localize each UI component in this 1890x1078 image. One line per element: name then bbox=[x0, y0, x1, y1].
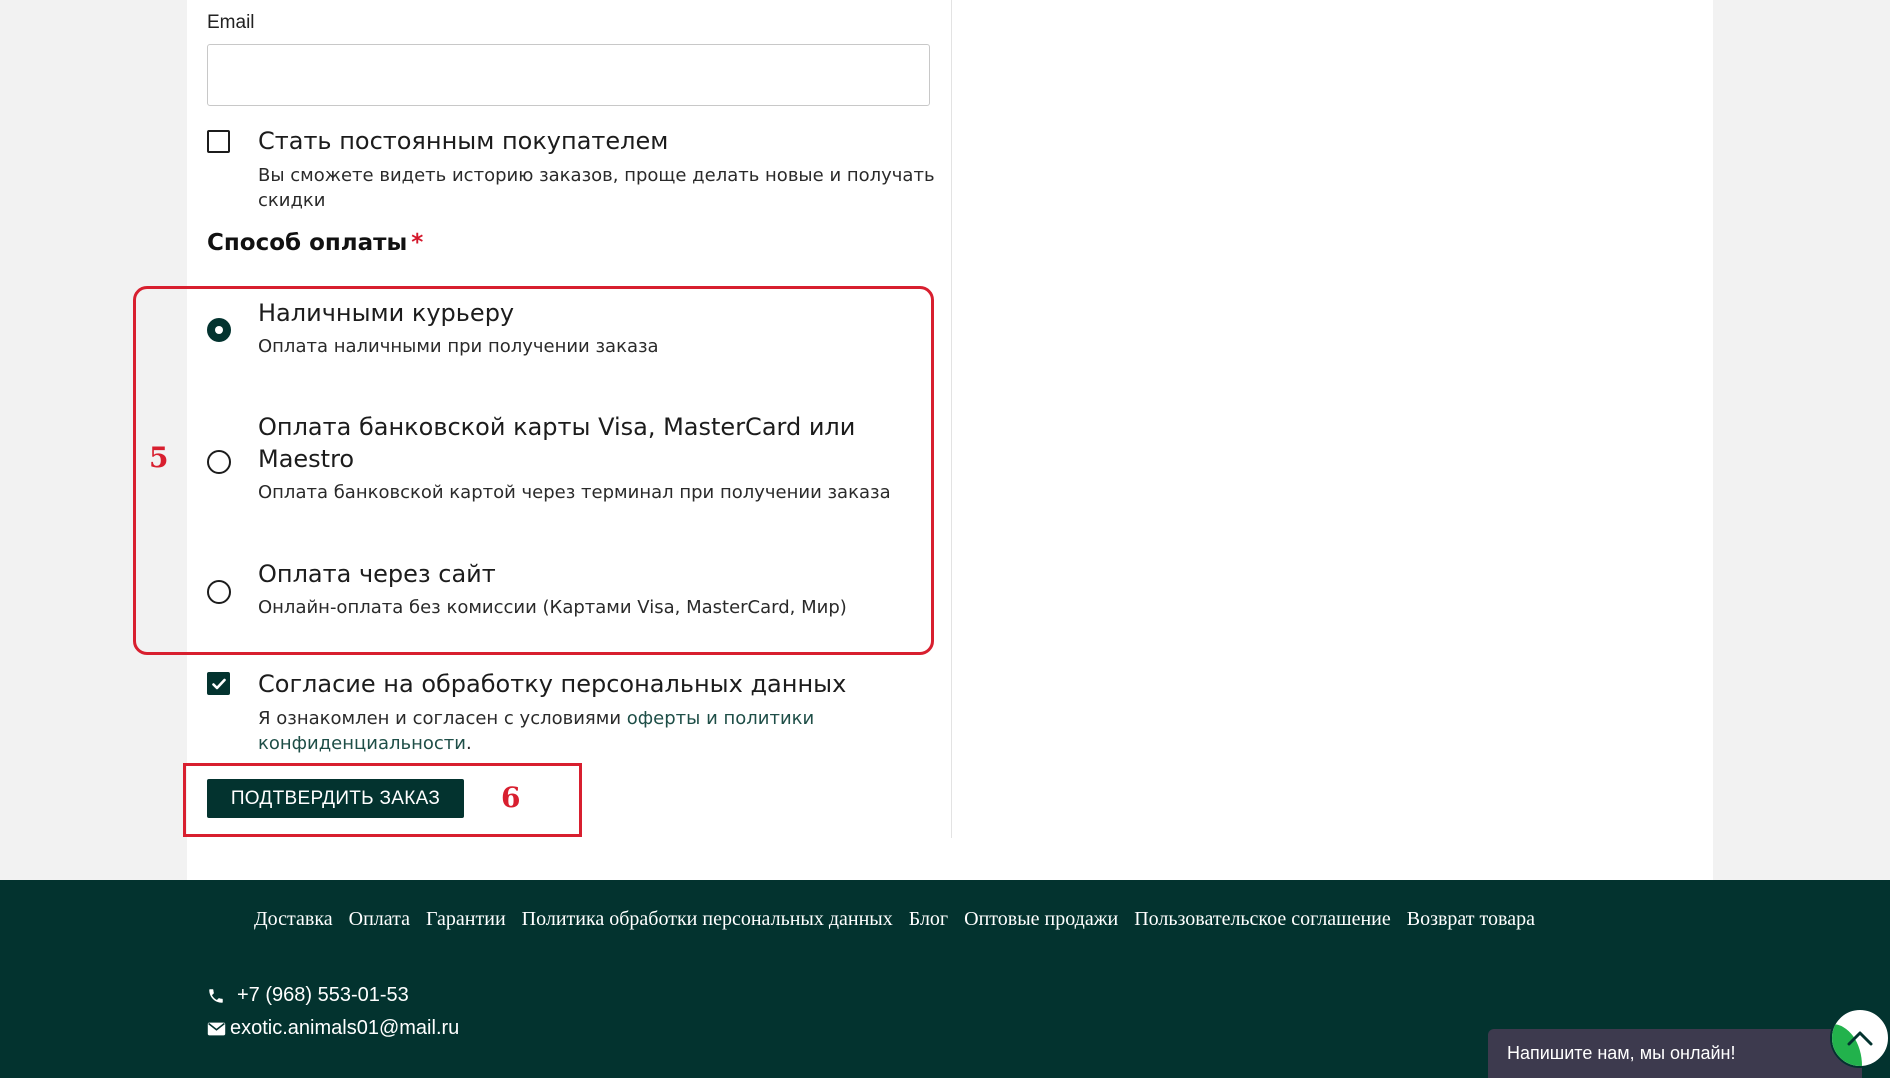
footer-email[interactable]: exotic.animals01@mail.ru bbox=[230, 1017, 459, 1040]
checkmark-icon bbox=[211, 678, 226, 689]
footer-phone-row: +7 (968) 553-01-53 bbox=[207, 984, 409, 1007]
footer-link-returns[interactable]: Возврат товара bbox=[1407, 908, 1535, 931]
offer-link[interactable]: оферты bbox=[627, 708, 701, 729]
chevron-up-icon bbox=[1847, 1031, 1873, 1046]
loyal-customer-label: Стать постоянным покупателем bbox=[258, 127, 669, 155]
loyal-customer-checkbox[interactable] bbox=[207, 130, 230, 153]
annotation-box-payment bbox=[133, 286, 934, 655]
footer-link-blog[interactable]: Блог bbox=[909, 908, 948, 931]
payment-method-title: Способ оплаты * bbox=[207, 230, 423, 256]
scroll-to-top-button[interactable] bbox=[1830, 1008, 1890, 1068]
consent-desc-and: и bbox=[700, 708, 724, 729]
consent-label: Согласие на обработку персональных данны… bbox=[258, 670, 847, 698]
footer-link-guarantees[interactable]: Гарантии bbox=[426, 908, 506, 931]
chat-widget-label: Напишите нам, мы онлайн! bbox=[1507, 1043, 1736, 1063]
loyal-customer-desc-line1: Вы сможете видеть историю заказов, проще… bbox=[258, 165, 935, 186]
loyal-customer-desc-line2: скидки bbox=[258, 190, 326, 211]
consent-desc-line1: Я ознакомлен и согласен с условиями офер… bbox=[258, 706, 938, 731]
consent-desc-line2: конфиденциальности. bbox=[258, 731, 938, 756]
footer-nav: Доставка Оплата Гарантии Политика обрабо… bbox=[254, 908, 1535, 931]
consent-checkbox[interactable] bbox=[207, 672, 230, 695]
consent-desc-prefix: Я ознакомлен и согласен с условиями bbox=[258, 708, 627, 729]
footer-link-user-agreement[interactable]: Пользовательское соглашение bbox=[1134, 908, 1391, 931]
annotation-box-submit bbox=[183, 763, 582, 837]
annotation-number-5: 5 bbox=[149, 441, 169, 474]
required-mark: * bbox=[411, 230, 424, 256]
email-input[interactable] bbox=[207, 44, 930, 106]
envelope-icon bbox=[207, 1022, 226, 1035]
footer-link-delivery[interactable]: Доставка bbox=[254, 908, 333, 931]
phone-icon bbox=[209, 988, 223, 1003]
footer-link-wholesale[interactable]: Оптовые продажи bbox=[964, 908, 1118, 931]
footer-link-privacy-policy[interactable]: Политика обработки персональных данных bbox=[522, 908, 893, 931]
email-label: Email bbox=[207, 12, 255, 33]
annotation-number-6: 6 bbox=[501, 781, 521, 814]
consent-desc-suffix: . bbox=[465, 733, 472, 754]
footer-link-payment[interactable]: Оплата bbox=[349, 908, 410, 931]
order-summary-panel bbox=[951, 0, 1713, 838]
payment-method-title-text: Способ оплаты bbox=[207, 230, 408, 256]
policy-link-part2[interactable]: конфиденциальности bbox=[258, 733, 466, 754]
policy-link-part1[interactable]: политики bbox=[724, 708, 815, 729]
content-bottom-strip bbox=[187, 838, 1713, 880]
footer-phone[interactable]: +7 (968) 553-01-53 bbox=[237, 984, 409, 1007]
online-chat-widget[interactable]: Напишите нам, мы онлайн! bbox=[1488, 1029, 1862, 1078]
footer-email-row: exotic.animals01@mail.ru bbox=[207, 1017, 459, 1040]
